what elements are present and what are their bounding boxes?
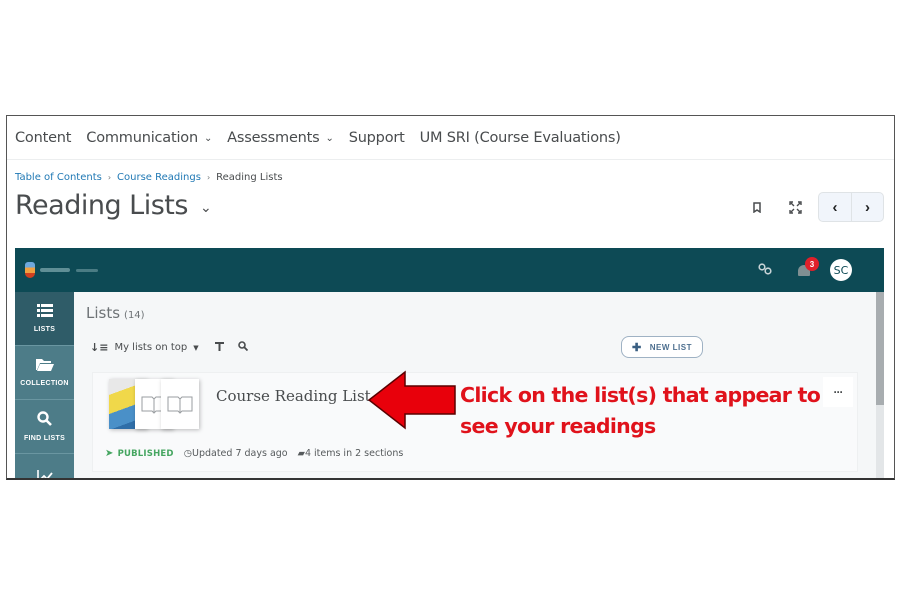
nav-support[interactable]: Support xyxy=(349,130,405,146)
paper-plane-icon: ➤ xyxy=(105,448,114,459)
book-placeholder xyxy=(161,379,199,429)
sidebar-item-analytics[interactable] xyxy=(15,454,74,478)
breadcrumb: Table of Contents › Course Readings › Re… xyxy=(15,172,283,183)
chevron-down-icon: ⌄ xyxy=(199,199,212,216)
nav-label: UM SRI (Course Evaluations) xyxy=(419,129,621,146)
clock-icon: ◷ xyxy=(183,448,192,459)
sidebar-label: COLLECTION xyxy=(20,380,69,387)
previous-button[interactable]: ‹ xyxy=(819,193,851,221)
bookmark-icon[interactable] xyxy=(742,192,772,222)
next-button[interactable]: › xyxy=(851,193,883,221)
app-header: 3 SC xyxy=(15,248,884,292)
chevron-down-icon: ⌄ xyxy=(325,133,334,144)
sidebar: LISTS COLLECTION FIND LISTS xyxy=(15,292,74,478)
title-tools: ‹ › xyxy=(742,192,884,222)
plus-icon: ✚ xyxy=(632,341,642,354)
header-actions: 3 SC xyxy=(758,248,852,292)
new-list-button[interactable]: ✚ NEW LIST xyxy=(621,336,703,358)
nav-communication[interactable]: Communication ⌄ xyxy=(86,130,212,146)
nav-label: Communication xyxy=(86,129,198,146)
chart-line-icon xyxy=(36,469,53,478)
notification-badge: 3 xyxy=(805,257,819,271)
notifications-button[interactable]: 3 xyxy=(796,257,819,278)
caret-down-icon: ▼ xyxy=(193,343,199,352)
breadcrumb-separator-icon: › xyxy=(206,173,211,182)
chevron-down-icon: ⌄ xyxy=(203,133,213,144)
shield-logo-icon xyxy=(25,262,35,278)
top-navigation: Content Communication ⌄ Assessments ⌄ Supp… xyxy=(7,116,894,160)
folder-open-icon xyxy=(35,358,54,374)
breadcrumb-current: Reading Lists xyxy=(216,172,283,183)
page-title-text: Reading Lists xyxy=(15,190,188,221)
fullscreen-icon[interactable] xyxy=(780,192,810,222)
items-info: ▰4 items in 2 sections xyxy=(298,448,404,459)
breadcrumb-table-of-contents[interactable]: Table of Contents xyxy=(15,172,102,183)
annotation-callout: Click on the list(s) that appear to see … xyxy=(460,380,821,442)
nav-label: Content xyxy=(15,129,72,146)
scrollbar-thumb[interactable] xyxy=(876,292,884,405)
list-title[interactable]: Course Reading List xyxy=(216,387,371,405)
logo-text xyxy=(40,268,70,272)
breadcrumb-separator-icon: › xyxy=(107,173,112,182)
sidebar-label: LISTS xyxy=(33,326,56,333)
link-icon[interactable] xyxy=(758,262,772,278)
book-icon: ▰ xyxy=(297,448,305,459)
annotation-arrow-icon xyxy=(367,370,456,430)
list-meta: ➤ PUBLISHED ◷Updated 7 days ago ▰4 items … xyxy=(105,448,403,459)
page-title[interactable]: Reading Lists ⌄ xyxy=(15,190,212,221)
lists-heading: Lists (14) xyxy=(86,304,145,322)
new-list-label: NEW LIST xyxy=(649,342,692,352)
filter-icon[interactable] xyxy=(214,341,224,354)
nav-label: Assessments xyxy=(227,129,320,146)
nav-assessments[interactable]: Assessments ⌄ xyxy=(227,130,334,146)
more-options-button[interactable]: ··· xyxy=(823,377,853,407)
updated-info: ◷Updated 7 days ago xyxy=(184,448,288,459)
search-icon[interactable] xyxy=(237,341,248,354)
search-icon xyxy=(37,411,52,429)
lists-title: Lists xyxy=(86,304,121,322)
sidebar-item-collection[interactable]: COLLECTION xyxy=(15,346,74,400)
list-icon xyxy=(36,304,53,320)
avatar[interactable]: SC xyxy=(830,259,852,281)
scrollbar[interactable] xyxy=(876,292,884,478)
items-text: 4 items in 2 sections xyxy=(304,448,404,459)
lists-toolbar: ↓≡ My lists on top ▼ xyxy=(90,341,248,354)
status-text: PUBLISHED xyxy=(117,448,174,459)
book-covers xyxy=(109,379,205,429)
breadcrumb-course-readings[interactable]: Course Readings xyxy=(117,172,201,183)
pager: ‹ › xyxy=(818,192,884,222)
open-book-icon xyxy=(167,396,193,414)
nav-content[interactable]: Content xyxy=(15,130,71,146)
sidebar-item-find-lists[interactable]: FIND LISTS xyxy=(15,400,74,454)
status-badge: ➤ PUBLISHED xyxy=(105,448,174,459)
updated-text: Updated 7 days ago xyxy=(191,448,288,459)
annotation-line-2: see your readings xyxy=(460,414,656,438)
annotation-line-1: Click on the list(s) that appear to xyxy=(460,383,821,407)
sort-dropdown[interactable]: My lists on top xyxy=(114,342,187,353)
nav-label: Support xyxy=(348,129,405,146)
nav-um-sri[interactable]: UM SRI (Course Evaluations) xyxy=(420,130,621,146)
sidebar-label: FIND LISTS xyxy=(23,435,66,442)
sidebar-item-lists[interactable]: LISTS xyxy=(15,292,74,346)
sort-icon: ↓≡ xyxy=(90,341,109,354)
lists-count: (14) xyxy=(124,310,145,321)
logo-subtext xyxy=(76,268,98,272)
library-logo[interactable] xyxy=(25,262,98,278)
reading-list-app: 3 SC LISTS COLLECTION FIND LISTS Lists (… xyxy=(15,248,884,478)
